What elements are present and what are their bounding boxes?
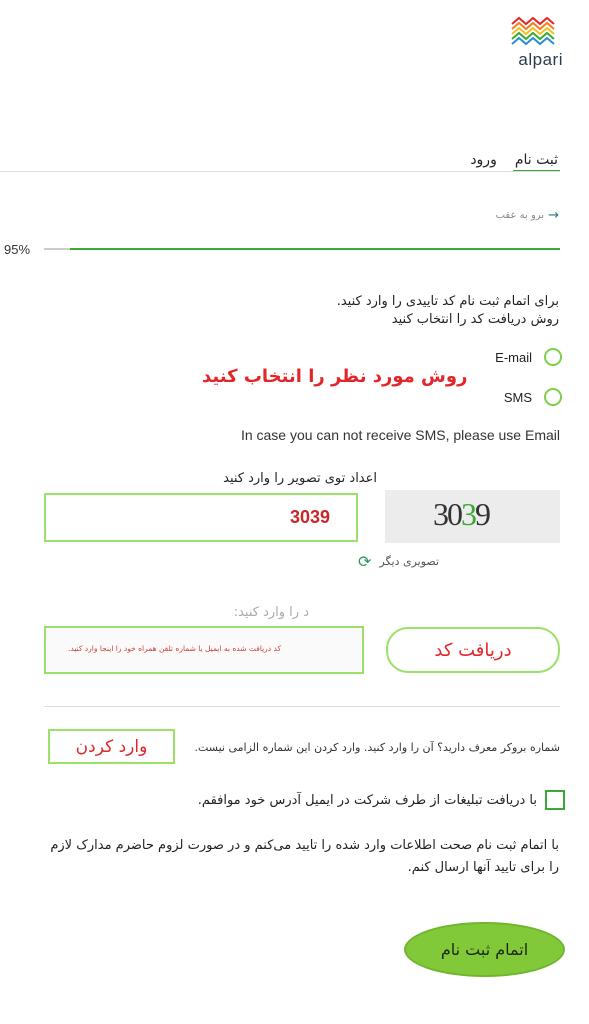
captcha-image-text: 3039 bbox=[433, 496, 491, 533]
arrow-right-icon: → bbox=[548, 208, 559, 223]
ads-consent-label: با دریافت تبلیغات از طرف شرکت در ایمیل آ… bbox=[197, 792, 537, 808]
captcha-label: اعداد توی تصویر را وارد کنید bbox=[223, 471, 377, 486]
captcha-refresh-label: تصویری دیگر bbox=[379, 555, 439, 568]
radio-sms[interactable] bbox=[544, 388, 562, 406]
referral-text: شماره بروکر معرف دارید؟ آن را وارد کنید.… bbox=[194, 741, 561, 754]
get-code-button[interactable]: دریافت کد bbox=[386, 627, 560, 673]
auth-tabs: ثبت نام ورود bbox=[468, 152, 560, 172]
progress-fill bbox=[69, 248, 560, 250]
code-label: د را وارد کنید: bbox=[233, 605, 309, 620]
radio-email[interactable] bbox=[544, 348, 562, 366]
progress-bar bbox=[44, 248, 560, 250]
back-link[interactable]: برو به عقب → bbox=[496, 208, 559, 223]
referral-enter-button[interactable]: وارد کردن bbox=[48, 729, 175, 764]
tab-register[interactable]: ثبت نام bbox=[512, 152, 560, 172]
method-sms-option[interactable]: SMS bbox=[504, 388, 562, 406]
section-divider bbox=[44, 706, 560, 707]
captcha-input[interactable]: 3039 bbox=[44, 493, 358, 542]
terms-text: با اتمام ثبت نام صحت اطلاعات وارد شده را… bbox=[50, 838, 559, 875]
progress-percent: 95% bbox=[4, 242, 31, 257]
sms-note: In case you can not receive SMS, please … bbox=[240, 427, 560, 443]
ads-consent-checkbox[interactable] bbox=[545, 790, 565, 810]
complete-registration-button[interactable]: اتمام ثبت نام bbox=[404, 922, 565, 977]
code-input-placeholder: کد دریافت شده به ایمیل یا شماره تلفن همر… bbox=[68, 644, 282, 653]
back-link-label: برو به عقب bbox=[495, 210, 545, 221]
captcha-input-value: 3039 bbox=[290, 507, 331, 527]
instructions-line-1: برای اتمام ثبت نام کد تاییدی را وارد کنی… bbox=[336, 294, 559, 309]
logo-text: alpari bbox=[518, 50, 563, 69]
tab-login[interactable]: ورود bbox=[468, 152, 499, 172]
refresh-icon: ⟳ bbox=[357, 552, 372, 571]
captcha-image-text-a: 30 bbox=[433, 496, 463, 532]
ads-consent-row[interactable]: با دریافت تبلیغات از طرف شرکت در ایمیل آ… bbox=[198, 790, 565, 810]
captcha-image: 3039 bbox=[385, 490, 560, 543]
method-email-label: E-mail bbox=[495, 349, 532, 365]
method-email-option[interactable]: E-mail bbox=[495, 348, 562, 366]
instructions: برای اتمام ثبت نام کد تاییدی را وارد کنی… bbox=[337, 293, 559, 329]
code-input[interactable]: کد دریافت شده به ایمیل یا شماره تلفن همر… bbox=[44, 626, 364, 674]
captcha-refresh[interactable]: تصویری دیگر ⟳ bbox=[358, 552, 439, 571]
tabs-divider bbox=[0, 171, 560, 172]
instructions-line-2: روش دریافت کد را انتخاب کنید bbox=[391, 312, 559, 327]
captcha-image-text-c: 9 bbox=[475, 496, 491, 532]
method-annotation: روش مورد نظر را انتخاب کنید bbox=[202, 366, 468, 387]
captcha-image-text-b: 3 bbox=[461, 496, 477, 532]
method-sms-label: SMS bbox=[503, 389, 532, 405]
